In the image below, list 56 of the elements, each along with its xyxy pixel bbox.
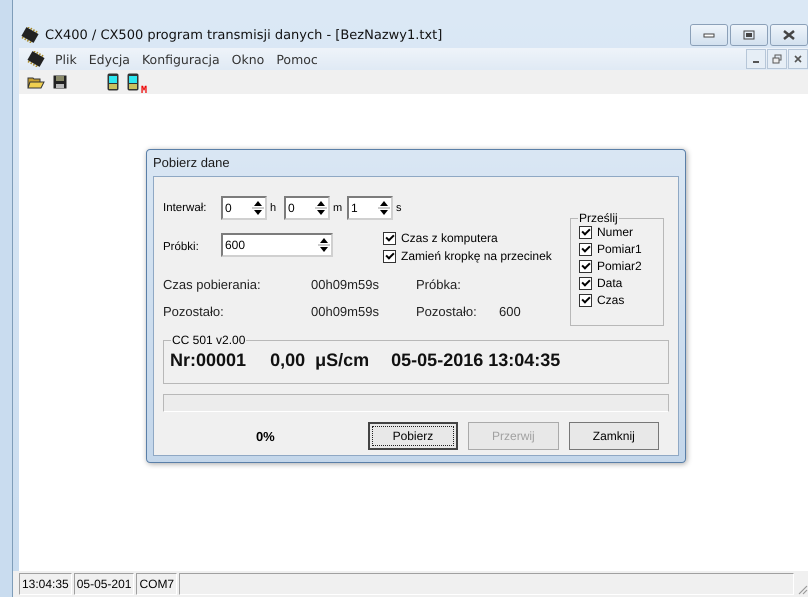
number-field[interactable]: 1 — [347, 196, 393, 220]
checkbox[interactable]: Numer — [579, 225, 663, 239]
stat-label: Pozostało: — [416, 304, 478, 319]
dialog-button[interactable]: Zamknij — [568, 422, 659, 450]
window-title: CX400 / CX500 program transmisji danych - [BezNazwy1.txt] — [45, 28, 442, 42]
stat-label: Pozostało: — [163, 304, 225, 319]
menu-item[interactable]: Okno — [228, 52, 272, 66]
stat-label: Czas pobierania: — [163, 277, 262, 292]
status-field: 13:04:35 — [19, 573, 72, 595]
number-field[interactable]: 0 — [284, 196, 330, 220]
close-icon — [783, 30, 795, 40]
reading-value: 0,00 — [270, 350, 306, 371]
unit-label: h — [269, 202, 278, 214]
restore-button[interactable] — [767, 49, 787, 69]
resize-grip-icon[interactable] — [796, 583, 808, 595]
folder-icon[interactable] — [27, 75, 45, 89]
checkbox[interactable]: Zamień kropkę na przecinek — [383, 249, 552, 263]
minimize-button[interactable] — [746, 49, 766, 69]
menu-item[interactable]: Pomoc — [272, 52, 326, 66]
status-field: 05-05-201 — [74, 573, 134, 595]
reading-timestamp: 05-05-2016 13:04:35 — [391, 350, 560, 371]
checkbox[interactable]: Pomiar1 — [579, 242, 663, 256]
field-label: Interwał: — [163, 202, 208, 214]
dialog-button[interactable]: Pobierz — [368, 422, 458, 450]
value-text: 00h09m59s — [311, 304, 380, 319]
handheld-device-icon[interactable] — [107, 73, 119, 91]
group-title: Prześlij — [578, 211, 619, 225]
value-text: 600 — [499, 304, 522, 319]
group-title: CC 501 v2.00 — [171, 333, 246, 347]
reading-number: Nr:00001 — [170, 350, 246, 371]
minimize-button[interactable] — [690, 24, 728, 46]
checkbox[interactable]: Pomiar2 — [579, 259, 663, 273]
close-icon — [794, 55, 802, 63]
restore-icon — [772, 54, 782, 64]
minimize-icon — [703, 31, 715, 39]
menu-item[interactable]: Plik — [51, 52, 85, 66]
unit-label: s — [395, 202, 402, 214]
maximize-button[interactable] — [730, 24, 768, 46]
close-button[interactable] — [788, 49, 808, 69]
close-button[interactable] — [770, 24, 808, 46]
dialog-title: Pobierz dane — [152, 154, 231, 172]
maximize-icon — [743, 30, 755, 40]
menu-item[interactable]: Konfiguracja — [138, 52, 228, 66]
menu-item[interactable]: Edycja — [84, 52, 138, 66]
status-field: COM7 — [136, 573, 178, 595]
checkbox[interactable]: Czas z komputera — [383, 231, 552, 245]
progress-percent: 0% — [254, 428, 276, 444]
checkbox[interactable]: Data — [579, 276, 663, 290]
unit-label: m — [332, 202, 344, 214]
number-field[interactable]: 0 — [221, 196, 267, 220]
checkbox[interactable]: Czas — [579, 293, 663, 307]
number-field[interactable]: 600 — [221, 233, 333, 257]
reading-unit: μS/cm — [315, 350, 370, 371]
field-label: Próbki: — [163, 241, 200, 253]
value-text: 00h09m59s — [311, 277, 380, 292]
stat-label: Próbka: — [416, 277, 462, 292]
